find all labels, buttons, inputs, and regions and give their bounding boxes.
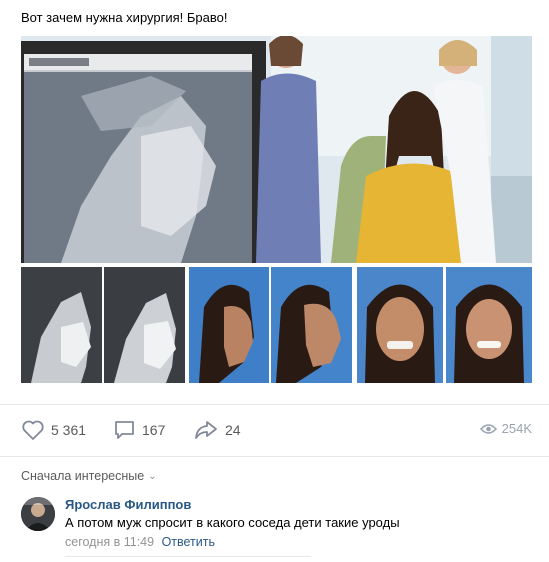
comment-meta: сегодня в 11:49 Ответить [65, 535, 215, 549]
views-count: 254K [501, 421, 532, 436]
share-button[interactable]: 24 [193, 419, 241, 441]
like-count: 5 361 [51, 422, 87, 438]
post-photo-profile-before[interactable] [189, 267, 269, 383]
views-counter: 254K [479, 421, 532, 436]
share-arrow-icon [195, 421, 217, 439]
comment-count: 167 [142, 422, 166, 438]
post-photo-profile-after[interactable] [271, 267, 352, 383]
post-photo-xray-after[interactable] [104, 267, 185, 383]
comment-text: А потом муж спросит в какого соседа дети… [65, 515, 400, 530]
chevron-down-icon: ⌄ [148, 470, 157, 482]
post-actions-bar: 5 361 167 24 254K [0, 404, 549, 457]
post-photo-front-after[interactable] [446, 267, 532, 383]
comments-sort-dropdown[interactable]: Сначала интересные ⌄ [21, 469, 157, 483]
share-count: 24 [225, 422, 241, 438]
post-photo-front-before[interactable] [357, 267, 443, 383]
post-photo-xray-before[interactable] [21, 267, 102, 383]
sort-label: Сначала интересные [21, 469, 145, 483]
post-text: Вот зачем нужна хирургия! Браво! [21, 10, 228, 25]
comment-time[interactable]: сегодня в 11:49 [65, 535, 154, 549]
avatar[interactable] [21, 497, 55, 531]
reply-button[interactable]: Ответить [162, 535, 215, 549]
eye-icon [479, 423, 497, 434]
heart-icon [22, 420, 44, 440]
comment-separator [65, 556, 311, 557]
like-button[interactable]: 5 361 [21, 419, 86, 441]
comment-icon [115, 421, 134, 439]
comment-button[interactable]: 167 [113, 419, 165, 441]
comments-divider [0, 456, 549, 457]
post-photo-main[interactable] [21, 36, 532, 263]
comment-author[interactable]: Ярослав Филиппов [65, 497, 191, 512]
